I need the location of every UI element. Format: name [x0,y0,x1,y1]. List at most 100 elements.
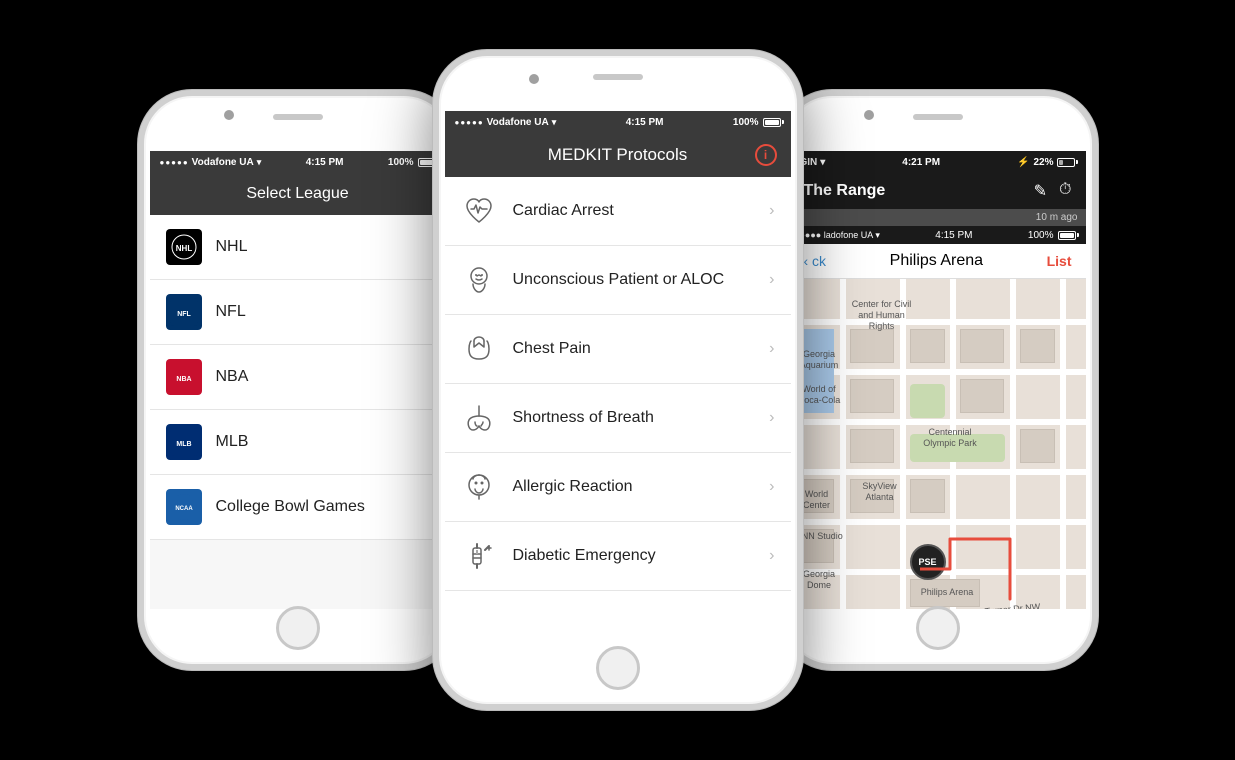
protocol-item-breath[interactable]: Shortness of Breath › [445,384,791,453]
unconscious-icon [461,262,497,298]
road-h5 [790,519,1086,525]
speaker-left [273,114,323,120]
league-header: Select League [150,173,446,215]
protocol-item-allergic[interactable]: Allergic Reaction › [445,453,791,522]
battery-pct-left: 100% [388,157,414,168]
league-list: NHL NHL NFL NFL [150,215,446,609]
wifi-left: ▾ [257,157,262,168]
breath-icon [461,400,497,436]
time-center: 4:15 PM [626,117,664,128]
league-item-nfl[interactable]: NFL NFL [150,280,446,345]
inner-wifi: ▾ [875,230,880,240]
protocol-list: Cardiac Arrest › [445,177,791,591]
battery-center: 100% [733,117,781,128]
status-bar-center: ●●●●● Vodafone UA ▾ 4:15 PM 100% [445,111,791,133]
protocol-item-chest[interactable]: Chest Pain › [445,315,791,384]
block7 [850,429,894,463]
nhl-name: NHL [216,238,248,256]
screen-right: GIN ▾ 4:21 PM ⚡ 22% The Range ✎ ⏱ [790,151,1086,609]
phone-left: ●●●●● Vodafone UA ▾ 4:15 PM 100% Select … [138,90,458,670]
speaker-center [593,74,643,80]
block5 [850,379,894,413]
chest-chevron: › [769,340,774,358]
medkit-title: MEDKIT Protocols [548,145,688,165]
map-label-civil: Center for Civiland Human Rights [852,299,912,331]
inner-battery: 100% [1028,230,1076,241]
face-icon-svg [463,471,495,503]
unconscious-chevron: › [769,271,774,289]
svg-text:NCAA: NCAA [175,506,193,512]
map-timestamp: 10 m ago [790,209,1086,226]
unconscious-name: Unconscious Patient or ALOC [513,271,754,289]
ncaa-logo-svg: NCAA [170,493,198,521]
svg-text:NFL: NFL [177,311,191,318]
edit-icon[interactable]: ✎ [1034,181,1047,201]
status-left-right: GIN ▾ [800,157,826,168]
lungs-icon-svg [463,402,495,434]
block3 [960,329,1004,363]
map-list-button[interactable]: List [1047,253,1072,269]
status-time-left: 4:15 PM [306,157,344,168]
home-btn-center[interactable] [596,646,640,690]
inner-time: 4:15 PM [935,230,972,241]
venue-title: The Range [804,182,886,200]
mlb-name: MLB [216,433,249,451]
inner-carrier: ●●●● ladofone UA ▾ [800,230,880,241]
map-label-olympic: CentennialOlympic Park [918,427,983,449]
camera-left [224,110,234,120]
road-h1 [790,319,1086,325]
timestamp-text: 10 m ago [1036,212,1078,223]
nhl-logo-svg: NHL [170,233,198,261]
road-v5 [1060,279,1066,609]
battery-fill-right [1059,160,1062,165]
time-left: 4:15 PM [306,157,344,168]
medkit-header: MEDKIT Protocols i [445,133,791,177]
road-h4 [790,469,1086,475]
map-action-buttons: ✎ ⏱ [1034,181,1072,201]
mlb-logo: MLB [166,424,202,460]
protocol-item-diabetic[interactable]: Diabetic Emergency › [445,522,791,591]
protocol-item-unconscious[interactable]: Unconscious Patient or ALOC › [445,246,791,315]
inner-status-bar: ●●●● ladofone UA ▾ 4:15 PM 100% [790,226,1086,244]
battery-area-right: ⚡ 22% [1017,157,1075,168]
signal-dots-center: ●●●●● [455,118,484,127]
time-right: 4:21 PM [902,157,940,168]
wifi-right: ▾ [820,157,825,168]
screen-left: ●●●●● Vodafone UA ▾ 4:15 PM 100% Select … [150,151,446,609]
map-back-button[interactable]: ‹ ck [804,253,827,269]
status-bar-left: ●●●●● Vodafone UA ▾ 4:15 PM 100% [150,151,446,173]
history-icon[interactable]: ⏱ [1059,181,1071,201]
battery-icon-center [763,118,781,127]
medkit-info-button[interactable]: i [755,144,777,166]
allergic-chevron: › [769,478,774,496]
home-btn-right[interactable] [916,606,960,650]
status-left-center: ●●●●● Vodafone UA ▾ [455,117,557,128]
home-btn-left[interactable] [276,606,320,650]
league-item-nhl[interactable]: NHL NHL [150,215,446,280]
map-area[interactable]: Center for Civiland Human Rights Georgia… [790,279,1086,609]
syringe-icon-svg [463,540,495,572]
block8 [1020,429,1055,463]
bluetooth-right: ⚡ [1017,157,1029,168]
nba-name: NBA [216,368,249,386]
nba-logo-svg: NBA [170,363,198,391]
league-header-title: Select League [246,185,348,202]
heart-icon-svg [463,195,495,227]
phone-center: ●●●●● Vodafone UA ▾ 4:15 PM 100% MEDKIT … [433,50,803,710]
route-svg [920,529,1040,609]
diabetic-icon [461,538,497,574]
league-item-nba[interactable]: NBA NBA [150,345,446,410]
inner-battery-icon [1058,231,1076,240]
diabetic-chevron: › [769,547,774,565]
league-item-mlb[interactable]: MLB MLB [150,410,446,475]
league-item-ncaa[interactable]: NCAA College Bowl Games [150,475,446,540]
fake-map: Center for Civiland Human Rights Georgia… [790,279,1086,609]
map-nav-bar: ‹ ck Philips Arena List [790,244,1086,279]
allergic-name: Allergic Reaction [513,478,754,496]
protocol-item-cardiac[interactable]: Cardiac Arrest › [445,177,791,246]
svg-text:NBA: NBA [176,376,191,383]
wifi-center: ▾ [552,117,557,128]
inner-battery-pct: 100% [1028,230,1054,241]
chest-icon-svg [463,333,495,365]
status-bar-right: GIN ▾ 4:21 PM ⚡ 22% [790,151,1086,173]
